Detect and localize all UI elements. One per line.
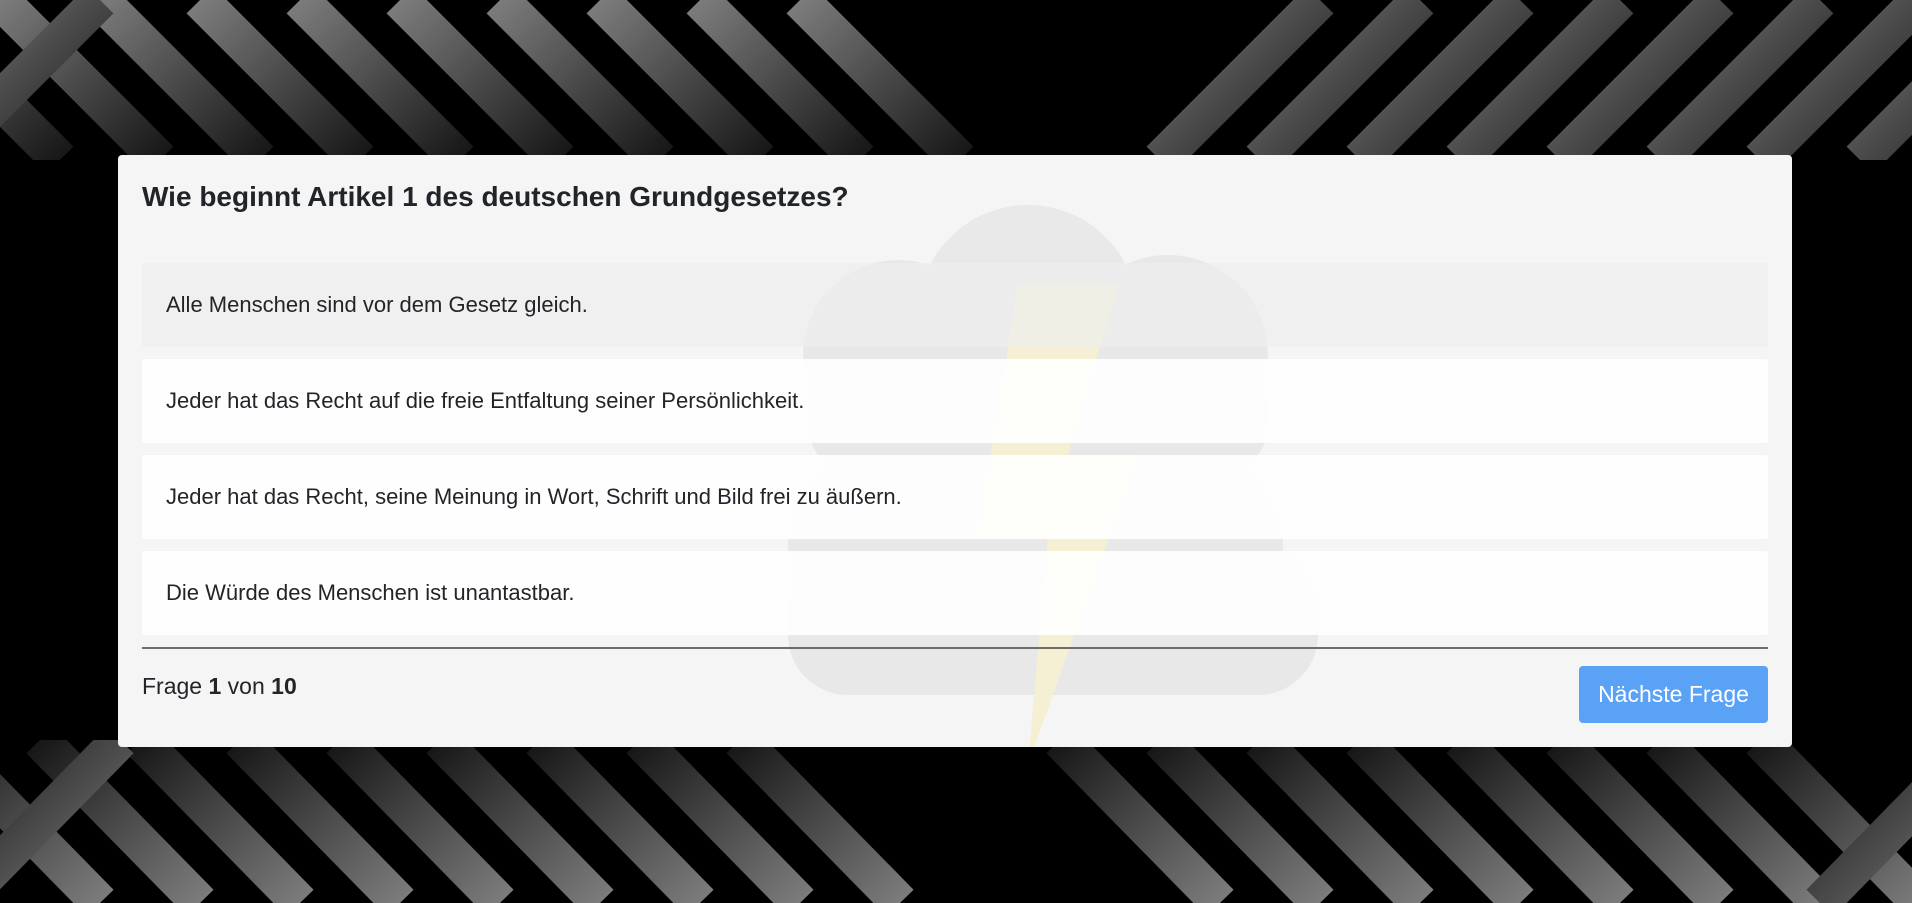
answer-option-1[interactable]: Alle Menschen sind vor dem Gesetz gleich… xyxy=(142,263,1768,347)
answer-option-3[interactable]: Jeder hat das Recht, seine Meinung in Wo… xyxy=(142,455,1768,539)
answer-option-2[interactable]: Jeder hat das Recht auf die freie Entfal… xyxy=(142,359,1768,443)
answer-option-label: Die Würde des Menschen ist unantastbar. xyxy=(166,580,575,605)
quiz-card: Wie beginnt Artikel 1 des deutschen Grun… xyxy=(118,155,1792,747)
counter-total: 10 xyxy=(271,673,297,699)
answer-option-label: Jeder hat das Recht, seine Meinung in Wo… xyxy=(166,484,902,509)
footer-divider xyxy=(142,647,1768,649)
question-counter: Frage 1 von 10 xyxy=(142,673,297,700)
answer-option-label: Alle Menschen sind vor dem Gesetz gleich… xyxy=(166,292,588,317)
question-title: Wie beginnt Artikel 1 des deutschen Grun… xyxy=(142,181,849,212)
answer-option-4[interactable]: Die Würde des Menschen ist unantastbar. xyxy=(142,551,1768,635)
next-question-button[interactable]: Nächste Frage xyxy=(1579,666,1768,723)
counter-middle: von xyxy=(227,673,265,699)
counter-prefix: Frage xyxy=(142,673,203,699)
counter-current: 1 xyxy=(208,673,222,699)
answer-list: Alle Menschen sind vor dem Gesetz gleich… xyxy=(142,263,1768,647)
answer-option-label: Jeder hat das Recht auf die freie Entfal… xyxy=(166,388,805,413)
